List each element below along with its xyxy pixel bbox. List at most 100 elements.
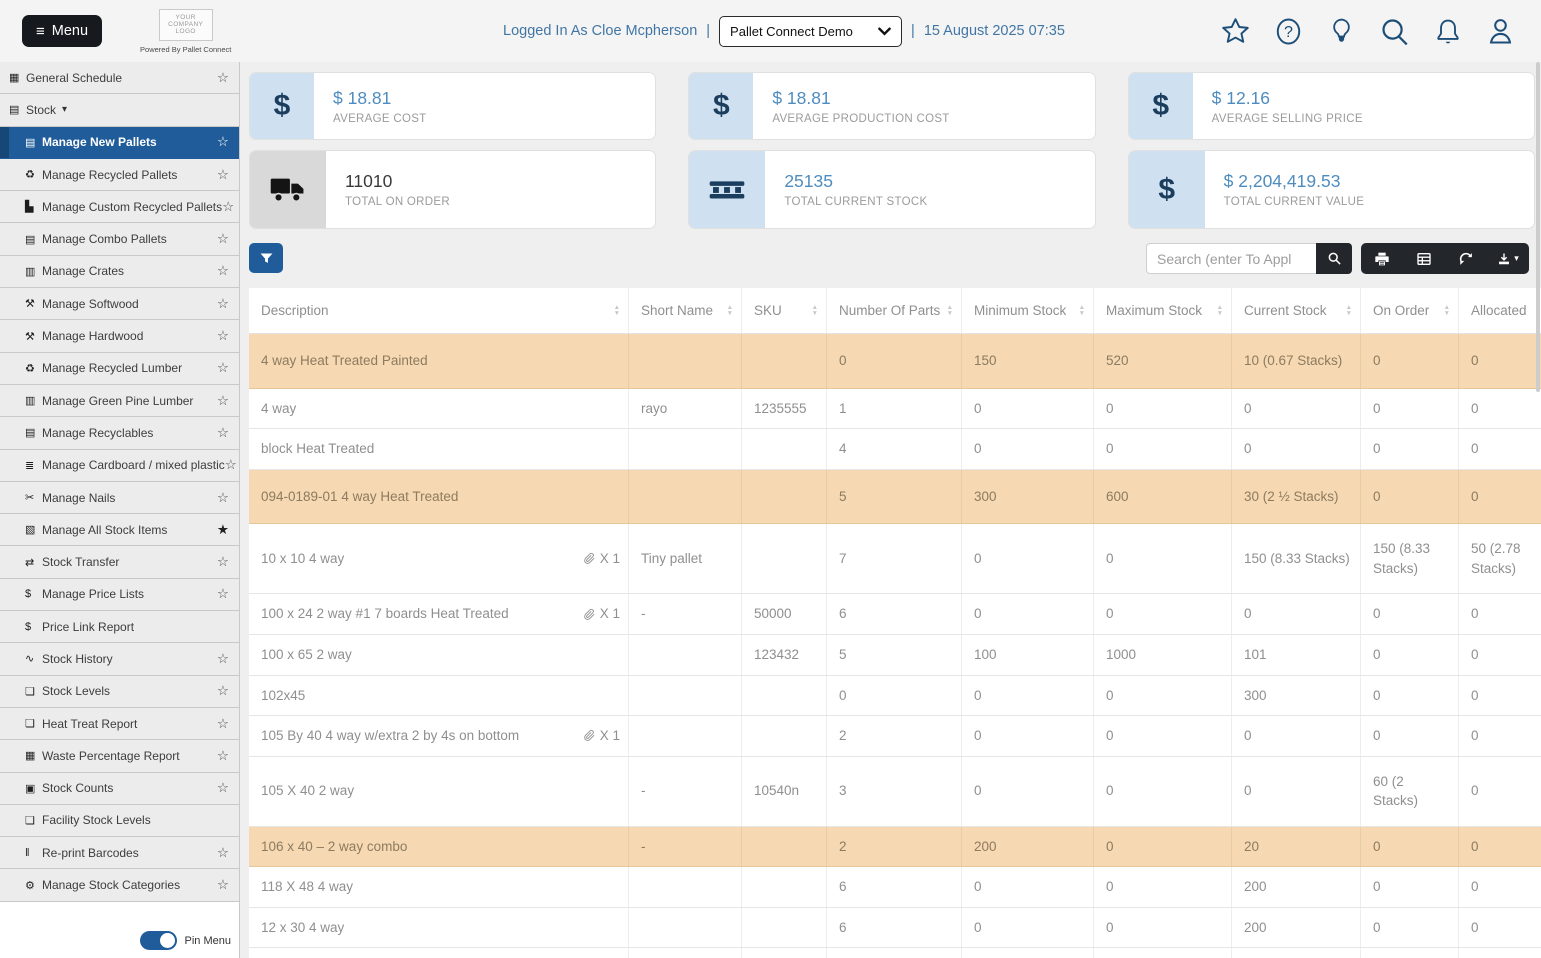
sidebar-item-manage-combo-pallets[interactable]: ▤ Manage Combo Pallets ☆ (0, 223, 239, 256)
favorite-star-icon[interactable]: ☆ (217, 651, 229, 667)
sidebar-item-manage-recyclables[interactable]: ▤ Manage Recyclables ☆ (0, 417, 239, 450)
favorite-star-icon[interactable]: ☆ (217, 845, 229, 861)
sidebar-item-manage-custom-recycled-pallets[interactable]: ▙ Manage Custom Recycled Pallets ☆ (0, 191, 239, 224)
column-header-minimum-stock[interactable]: Minimum Stock ▲ ▼ (962, 288, 1094, 333)
sidebar-item-manage-new-pallets[interactable]: ▤ Manage New Pallets ☆ (0, 126, 239, 159)
favorite-star-icon[interactable]: ☆ (217, 167, 229, 183)
table-row-10-x-10-4-way[interactable]: 10 x 10 4 way X 1 Tiny pallet 7 0 0 150 (8.33 … (249, 524, 1541, 595)
sidebar-item-heat-treat-report[interactable]: ❏ Heat Treat Report ☆ (0, 707, 239, 741)
table-view-button[interactable] (1403, 243, 1445, 274)
sidebar-item-manage-hardwood[interactable]: ⚒ Manage Hardwood ☆ (0, 320, 239, 353)
attachment-indicator[interactable]: X 1 (575, 726, 620, 746)
sidebar-item-manage-stock-categories[interactable]: ⚙ Manage Stock Categories ☆ (0, 869, 239, 902)
table-row-102x45[interactable]: 102x45 0 0 0 300 0 0 (249, 675, 1541, 717)
favorite-star-icon[interactable]: ☆ (225, 457, 237, 473)
table-row-block-heat-treated[interactable]: block Heat Treated 4 0 0 0 0 0 (249, 429, 1541, 470)
sort-arrows-icon[interactable]: ▲ ▼ (941, 305, 953, 316)
table-row-4-way[interactable]: 4 way rayo 1235555 1 0 0 0 0 0 (249, 388, 1541, 430)
sort-arrows-icon[interactable]: ▲ ▼ (721, 305, 733, 316)
ideas-lightbulb-icon[interactable] (1325, 15, 1358, 48)
sidebar-item-stock-history[interactable]: ∿ Stock History ☆ (0, 643, 239, 676)
favorite-star-icon[interactable]: ☆ (217, 490, 229, 506)
table-row-12-x-30-4-way[interactable]: 12 x 30 4 way 6 0 0 200 0 0 (249, 907, 1541, 949)
sidebar-item-stock-counts[interactable]: ▣ Stock Counts ☆ (0, 772, 239, 805)
print-button[interactable] (1361, 243, 1403, 274)
sidebar-item-manage-crates[interactable]: ▥ Manage Crates ☆ (0, 255, 239, 289)
column-header-allocated[interactable]: Allocated (1459, 288, 1541, 333)
favorite-star-icon[interactable]: ☆ (222, 199, 234, 215)
favorite-star-icon[interactable]: ★ (217, 522, 229, 538)
sidebar-item-manage-all-stock-items[interactable]: ▧ Manage All Stock Items ★ (0, 514, 239, 547)
favorite-star-icon[interactable]: ☆ (217, 748, 229, 764)
sidebar-item-stock[interactable]: ▤ Stock ▾ (0, 94, 239, 127)
favorite-star-icon[interactable]: ☆ (217, 328, 229, 344)
favorite-star-icon[interactable]: ☆ (217, 263, 229, 279)
favorite-star-icon[interactable]: ☆ (217, 296, 229, 312)
table-row-094-0189-01-4-way-heat-treated[interactable]: 094-0189-01 4 way Heat Treated 5 300 600 30 … (249, 469, 1541, 525)
table-row-4-way-heat-treated-painted[interactable]: 4 way Heat Treated Painted 0 150 520 10 (0.6… (249, 334, 1541, 389)
sort-arrows-icon[interactable]: ▲ ▼ (806, 305, 818, 316)
sidebar-item-manage-recycled-lumber[interactable]: ♻ Manage Recycled Lumber ☆ (0, 352, 239, 385)
table-row-106-x-40-2-way-combo[interactable]: 106 x 40 – 2 way combo -2 200 0 20 0 0 (249, 826, 1541, 868)
sort-arrows-icon[interactable]: ▲ ▼ (608, 305, 620, 316)
export-download-button[interactable]: ▾ (1487, 243, 1529, 274)
sidebar-item-manage-price-lists[interactable]: $ Manage Price Lists ☆ (0, 578, 239, 612)
column-header-sku[interactable]: SKU ▲ ▼ (742, 288, 827, 333)
sidebar-item-price-link-report[interactable]: $ Price Link Report (0, 611, 239, 644)
table-row-105-x-40-2-way[interactable]: 105 X 40 2 way -10540n 3 0 0 0 60 (2 Stacks) 0 (249, 756, 1541, 827)
column-header-maximum-stock[interactable]: Maximum Stock ▲ ▼ (1094, 288, 1232, 333)
table-row-118-x-48-4-way[interactable]: 118 X 48 4 way 6 0 0 200 0 0 (249, 867, 1541, 908)
sidebar-item-manage-softwood[interactable]: ⚒ Manage Softwood ☆ (0, 288, 239, 321)
attachment-indicator[interactable]: X 1 (575, 604, 620, 624)
sort-arrows-icon[interactable]: ▲ ▼ (1211, 305, 1223, 316)
search-icon[interactable] (1378, 15, 1411, 48)
column-header-current-stock[interactable]: Current Stock ▲ ▼ (1232, 288, 1361, 333)
sort-arrows-icon[interactable]: ▲ ▼ (1438, 305, 1450, 316)
favorite-star-icon[interactable]: ☆ (217, 716, 229, 732)
sidebar-item-stock-levels[interactable]: ❏ Stock Levels ☆ (0, 675, 239, 708)
sidebar-item-general-schedule[interactable]: ▦ General Schedule ☆ (0, 62, 239, 95)
column-header-short-name[interactable]: Short Name ▲ ▼ (629, 288, 742, 333)
favorite-star-icon[interactable]: ☆ (217, 425, 229, 441)
favorite-star-icon[interactable]: ☆ (217, 683, 229, 699)
table-row-105-by-40-4-way-w-extra-2-by-4s-on-bottom[interactable]: 105 By 40 4 way w/extra 2 by 4s on botto… (249, 716, 1541, 757)
sidebar-item-manage-recycled-pallets[interactable]: ♻ Manage Recycled Pallets ☆ (0, 158, 239, 192)
pin-menu-toggle[interactable] (139, 931, 177, 950)
sidebar-item-manage-cardboard-mixed-plastic[interactable]: ≣ Manage Cardboard / mixed plastic ☆ (0, 449, 239, 482)
favorite-star-icon[interactable]: ☆ (217, 393, 229, 409)
account-user-icon[interactable] (1484, 15, 1517, 48)
sort-arrows-icon[interactable]: ▲ ▼ (1340, 305, 1352, 316)
table-row-100-x-24-2-way-1-7-boards-heat-treated[interactable]: 100 x 24 2 way #1 7 boards Heat Treated X… (249, 594, 1541, 635)
menu-button[interactable]: ≡ Menu (22, 15, 103, 47)
sort-arrows-icon[interactable]: ▲ ▼ (1073, 305, 1085, 316)
sidebar-item-manage-green-pine-lumber[interactable]: ▥ Manage Green Pine Lumber ☆ (0, 384, 239, 418)
favorite-star-icon[interactable]: ☆ (217, 877, 229, 893)
sidebar-item-waste-percentage-report[interactable]: ▦ Waste Percentage Report ☆ (0, 740, 239, 773)
company-select[interactable]: Pallet Connect Demo (719, 15, 903, 47)
sidebar-item-manage-nails[interactable]: ✂ Manage Nails ☆ (0, 481, 239, 515)
notifications-bell-icon[interactable] (1431, 15, 1464, 48)
search-input[interactable] (1146, 243, 1316, 274)
favorite-star-icon[interactable]: ☆ (217, 231, 229, 247)
column-header-on-order[interactable]: On Order ▲ ▼ (1361, 288, 1459, 333)
filter-button[interactable] (249, 243, 283, 273)
favorite-star-icon[interactable]: ☆ (217, 780, 229, 796)
sidebar-item-facility-stock-levels[interactable]: ❏ Facility Stock Levels (0, 804, 239, 838)
attachment-indicator[interactable]: X 1 (575, 549, 620, 569)
column-header-number-of-parts[interactable]: Number Of Parts ▲ ▼ (827, 288, 962, 333)
favorite-star-icon[interactable]: ☆ (217, 360, 229, 376)
page-scrollbar[interactable] (1536, 62, 1540, 392)
favorite-star-icon[interactable]: ☆ (217, 134, 229, 150)
search-button[interactable] (1316, 243, 1352, 274)
favorite-star-icon[interactable]: ☆ (217, 554, 229, 570)
sidebar-item-re-print-barcodes[interactable]: ‖ Re-print Barcodes ☆ (0, 837, 239, 870)
table-row-120-x-24-2-way-heat-treated[interactable]: 120 x 24 2 way Heat Treated-00010000 (249, 948, 1541, 958)
help-icon[interactable]: ? (1272, 15, 1305, 48)
column-header-description[interactable]: Description ▲ ▼ (249, 288, 629, 333)
favorite-star-icon[interactable]: ☆ (217, 586, 229, 602)
favorite-star-icon[interactable]: ☆ (217, 70, 229, 86)
sidebar-item-stock-transfer[interactable]: ⇄ Stock Transfer ☆ (0, 546, 239, 579)
refresh-button[interactable] (1445, 243, 1487, 274)
favorites-star-icon[interactable] (1219, 15, 1252, 48)
table-row-100-x-65-2-way[interactable]: 100 x 65 2 way 123432 5 100 1000 101 0 0 (249, 634, 1541, 676)
